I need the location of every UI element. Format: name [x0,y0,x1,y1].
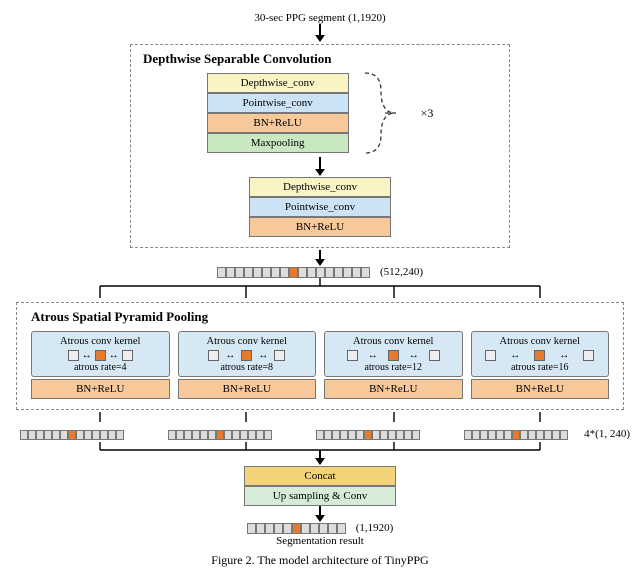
depthwise-conv-layer: Depthwise_conv [249,177,391,197]
aspp-title: Atrous Spatial Pyramid Pooling [31,309,613,325]
pointwise-conv-layer: Pointwise_conv [207,93,349,113]
fanout-connector-icon [20,278,620,300]
atrous-kernel-label: Atrous conv kernel [329,336,458,347]
atrous-kernel-label: Atrous conv kernel [476,336,605,347]
atrous-rate: atrous rate=4 [36,362,165,373]
fanin-connector-icon [20,412,620,426]
atrous-rate: atrous rate=8 [183,362,312,373]
bn-relu-layer: BN+ReLU [471,379,610,399]
atrous-kernel-label: Atrous conv kernel [36,336,165,347]
aspp-output-strips [20,430,568,440]
bn-relu-layer: BN+ReLU [324,379,463,399]
bn-relu-layer: BN+ReLU [249,217,391,237]
dsc-group2: Depthwise_conv Pointwise_conv BN+ReLU [141,177,499,237]
bn-relu-layer: BN+ReLU [31,379,170,399]
feature-map-shape: (512,240) [380,266,423,278]
kernel-icon: ↔↔ [329,350,458,361]
kernel-icon: ↔↔ [476,350,605,361]
aspp-output-shape: 4*(1, 240) [584,428,630,440]
repeat-count: ×3 [421,106,434,121]
arrow-down-icon [312,506,328,522]
output-strip: (1,1920) [10,522,630,534]
repeat-brace-icon [363,71,407,155]
upsample-conv-layer: Up sampling & Conv [244,486,396,506]
dsc-group1: Depthwise_conv Pointwise_conv BN+ReLU Ma… [207,73,349,153]
aspp-branch: Atrous conv kernel ↔↔ atrous rate=16 BN+… [471,331,610,399]
aspp-branch: Atrous conv kernel ↔↔ atrous rate=4 BN+R… [31,331,170,399]
atrous-kernel-label: Atrous conv kernel [183,336,312,347]
dsc-block: Depthwise Separable Convolution Depthwis… [130,44,510,248]
aspp-branch: Atrous conv kernel ↔↔ atrous rate=12 BN+… [324,331,463,399]
dsc-title: Depthwise Separable Convolution [143,51,499,67]
arrow-down-icon [312,24,328,42]
atrous-rate: atrous rate=16 [476,362,605,373]
post-process-stack: Concat Up sampling & Conv [10,466,630,506]
input-label: 30-sec PPG segment (1,1920) [10,12,630,24]
converge-connector-icon [20,442,620,466]
aspp-branch: Atrous conv kernel ↔↔ atrous rate=8 BN+R… [178,331,317,399]
output-label: Segmentation result [10,535,630,547]
maxpool-layer: Maxpooling [207,133,349,153]
bn-relu-layer: BN+ReLU [178,379,317,399]
feature-map-strip: (512,240) [10,266,630,278]
pointwise-conv-layer: Pointwise_conv [249,197,391,217]
arrow-down-icon [312,250,328,266]
arrow-down-icon [312,157,328,177]
concat-layer: Concat [244,466,396,486]
bn-relu-layer: BN+ReLU [207,113,349,133]
kernel-icon: ↔↔ [36,350,165,361]
kernel-icon: ↔↔ [183,350,312,361]
output-shape: (1,1920) [356,522,394,534]
figure-caption: Figure 2. The model architecture of Tiny… [10,553,630,568]
atrous-rate: atrous rate=12 [329,362,458,373]
aspp-block: Atrous Spatial Pyramid Pooling Atrous co… [16,302,624,410]
depthwise-conv-layer: Depthwise_conv [207,73,349,93]
